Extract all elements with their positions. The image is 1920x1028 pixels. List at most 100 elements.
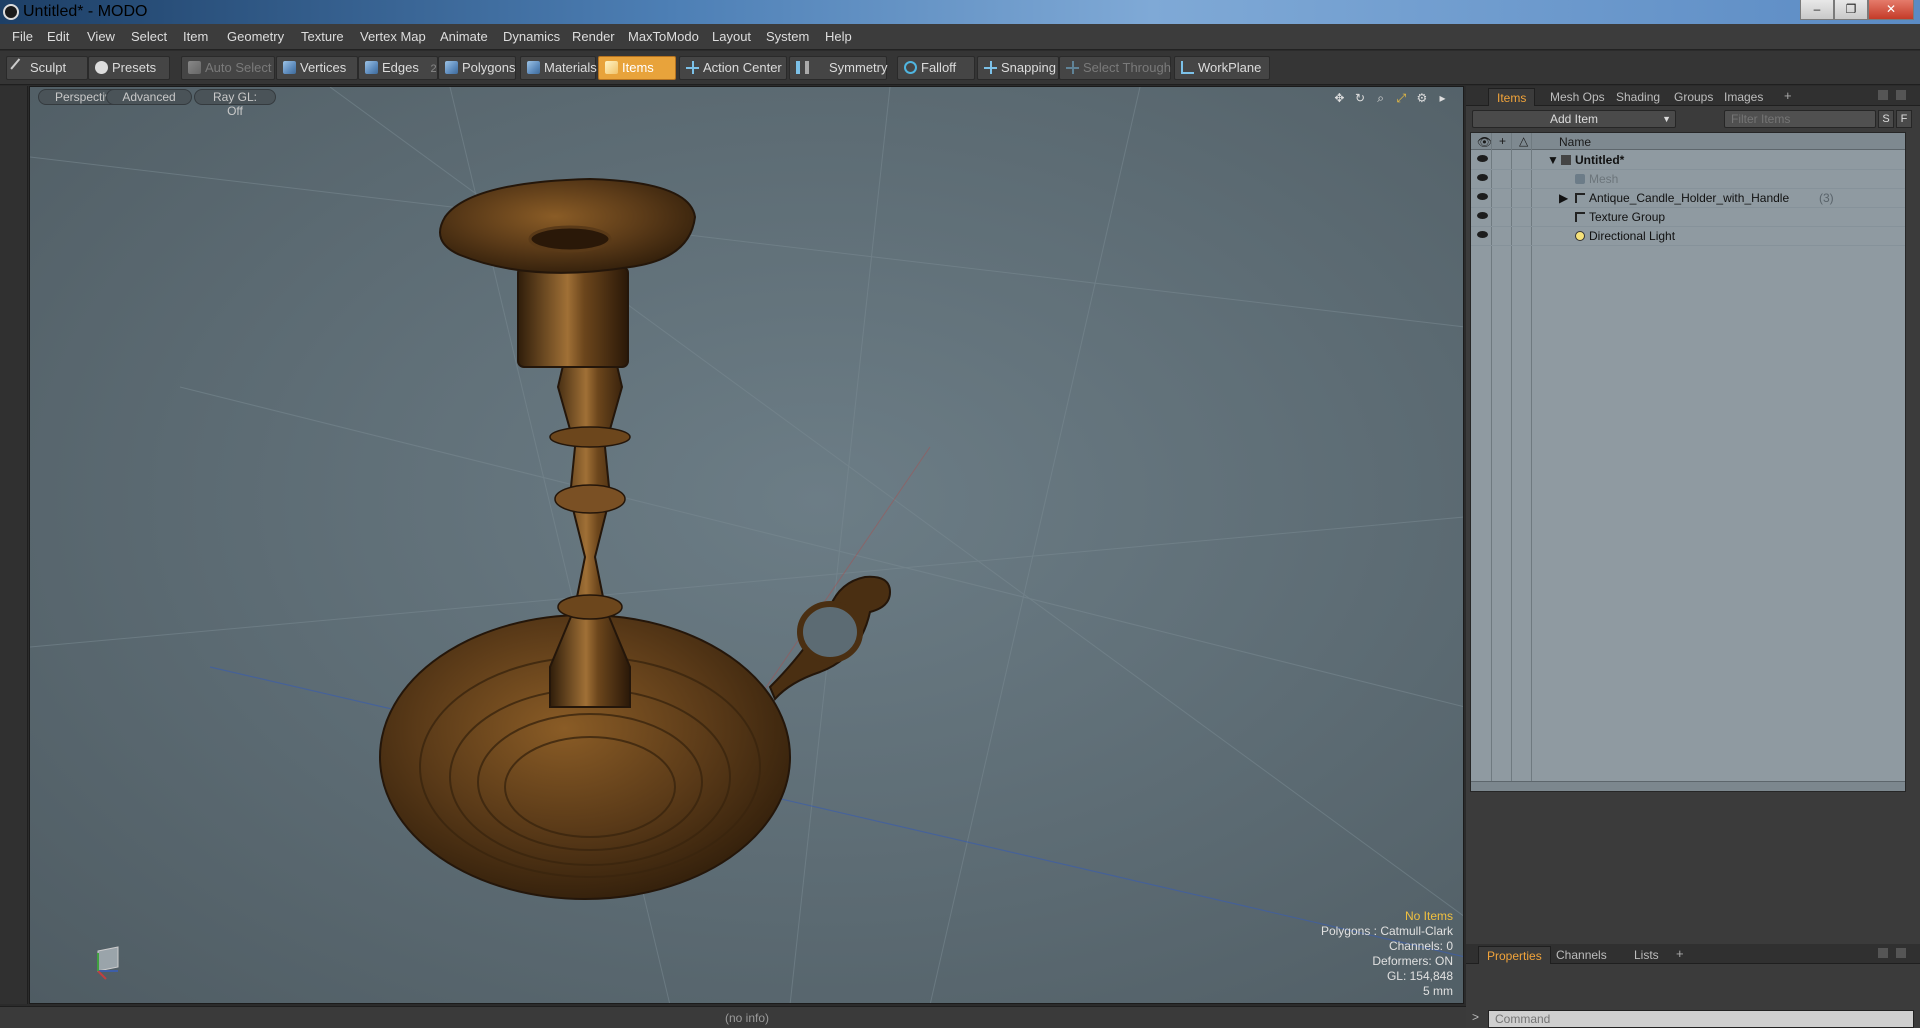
presets-button[interactable]: Presets	[88, 56, 170, 80]
menu-render[interactable]: Render	[572, 29, 615, 44]
visibility-icon[interactable]	[1477, 212, 1488, 219]
stats-polygons: Polygons : Catmull-Clark	[1320, 924, 1453, 938]
workplane-icon	[1181, 61, 1194, 74]
name-column-header[interactable]: Name	[1559, 135, 1591, 149]
sculpt-button[interactable]: Sculpt	[6, 56, 88, 80]
symmetry-button[interactable]: Symmetry	[789, 56, 888, 80]
viewport-settings-icon[interactable]: ⚙	[1415, 92, 1428, 105]
visibility-header-icon: 👁	[1477, 135, 1493, 149]
viewport-expand-icon[interactable]: ▸	[1436, 92, 1449, 105]
shading-mode-button[interactable]: Advanced	[106, 89, 192, 105]
menu-bar: File Edit View Select Item Geometry Text…	[0, 24, 1920, 50]
materials-icon	[527, 61, 540, 74]
tree-row-texture-group[interactable]: Texture Group	[1471, 208, 1905, 227]
filter-f-button[interactable]: F	[1896, 110, 1912, 128]
tab-channels[interactable]: Channels	[1548, 946, 1615, 964]
panel-menu-icon[interactable]	[1896, 948, 1906, 958]
fit-icon[interactable]: ⤢	[1395, 92, 1408, 105]
add-tab-icon[interactable]: +	[1676, 946, 1684, 961]
materials-button[interactable]: Materials	[520, 56, 597, 80]
tree-item-count: (3)	[1819, 191, 1834, 205]
menu-help[interactable]: Help	[825, 29, 852, 44]
menu-geometry[interactable]: Geometry	[227, 29, 284, 44]
expand-arrow-icon[interactable]: ▶	[1559, 191, 1568, 205]
menu-view[interactable]: View	[87, 29, 115, 44]
auto-select-icon	[188, 61, 201, 74]
vertices-button[interactable]: Vertices	[276, 56, 358, 80]
filter-items-input[interactable]	[1724, 110, 1876, 128]
menu-vertex-map[interactable]: Vertex Map	[360, 29, 426, 44]
tree-header: 👁 + △ Name	[1471, 133, 1905, 150]
tab-lists[interactable]: Lists	[1626, 946, 1667, 964]
tab-shading[interactable]: Shading	[1608, 88, 1668, 106]
tree-row-directional-light[interactable]: Directional Light	[1471, 227, 1905, 246]
tab-items[interactable]: Items	[1488, 88, 1536, 106]
visibility-icon[interactable]	[1477, 174, 1488, 181]
light-icon	[1575, 231, 1585, 241]
command-prompt: >	[1472, 1010, 1480, 1024]
visibility-icon[interactable]	[1477, 193, 1488, 200]
menu-file[interactable]: File	[12, 29, 33, 44]
menu-texture[interactable]: Texture	[301, 29, 344, 44]
item-list-tree[interactable]: 👁 + △ Name ▼ Untitled* Mesh ▶ Antique_Ca…	[1470, 132, 1906, 792]
menu-animate[interactable]: Animate	[440, 29, 488, 44]
auto-select-button[interactable]: Auto Select	[181, 56, 275, 80]
mesh-icon	[1575, 174, 1585, 184]
snapping-button[interactable]: Snapping	[977, 56, 1059, 80]
tree-row-mesh[interactable]: Mesh	[1471, 170, 1905, 189]
pan-icon[interactable]: ✥	[1333, 92, 1346, 105]
action-center-button[interactable]: Action Center	[679, 56, 787, 80]
add-tab-icon[interactable]: +	[1784, 88, 1792, 103]
tree-item-label: Texture Group	[1589, 210, 1666, 224]
maximize-button[interactable]: ❐	[1834, 0, 1868, 20]
tab-mesh-ops[interactable]: Mesh Ops	[1542, 88, 1613, 106]
chevron-down-icon: ▼	[1662, 114, 1671, 124]
expand-arrow-icon[interactable]: ▼	[1547, 153, 1559, 167]
rotate-icon[interactable]: ↻	[1354, 92, 1367, 105]
command-input[interactable]	[1488, 1010, 1914, 1028]
menu-select[interactable]: Select	[131, 29, 167, 44]
polygons-button[interactable]: Polygons	[438, 56, 516, 80]
workplane-button[interactable]: WorkPlane	[1174, 56, 1270, 80]
visibility-icon[interactable]	[1477, 155, 1488, 162]
items-button[interactable]: Items	[598, 56, 676, 80]
zoom-icon[interactable]: ⌕	[1374, 92, 1387, 105]
minimize-button[interactable]: –	[1800, 0, 1834, 20]
modo-logo-icon	[3, 4, 19, 20]
tab-groups[interactable]: Groups	[1666, 88, 1721, 106]
menu-edit[interactable]: Edit	[47, 29, 69, 44]
panel-expand-icon[interactable]	[1878, 948, 1888, 958]
menu-item[interactable]: Item	[183, 29, 208, 44]
tree-item-label: Untitled*	[1575, 153, 1625, 167]
visibility-icon[interactable]	[1477, 231, 1488, 238]
tab-images[interactable]: Images	[1716, 88, 1771, 106]
items-tab-bar: Items Mesh Ops Shading Groups Images +	[1466, 86, 1920, 106]
menu-system[interactable]: System	[766, 29, 809, 44]
tree-row-candle-holder[interactable]: ▶ Antique_Candle_Holder_with_Handle (3)	[1471, 189, 1905, 208]
filter-s-button[interactable]: S	[1878, 110, 1894, 128]
menu-layout[interactable]: Layout	[712, 29, 751, 44]
polygons-icon	[445, 61, 458, 74]
raygl-toggle[interactable]: Ray GL: Off	[194, 89, 276, 118]
left-tool-gutter[interactable]	[0, 86, 28, 1004]
select-through-button[interactable]: Select Through	[1059, 56, 1171, 80]
tree-item-label: Directional Light	[1589, 229, 1676, 243]
menu-maxtomodo[interactable]: MaxToModo	[628, 29, 699, 44]
action-center-icon	[686, 61, 699, 74]
menu-dynamics[interactable]: Dynamics	[503, 29, 560, 44]
status-info: (no info)	[725, 1011, 770, 1025]
tab-properties[interactable]: Properties	[1478, 946, 1551, 964]
window-title: Untitled* - MODO	[23, 3, 148, 20]
tree-horizontal-scrollbar[interactable]	[1471, 781, 1905, 791]
close-button[interactable]: ✕	[1868, 0, 1914, 20]
stats-gl: GL: 154,848	[1386, 969, 1453, 983]
panel-menu-icon[interactable]	[1896, 90, 1906, 100]
falloff-button[interactable]: Falloff	[897, 56, 975, 80]
edges-button[interactable]: Edges 2	[358, 56, 438, 80]
add-item-dropdown[interactable]: Add Item ▼	[1472, 110, 1676, 128]
tree-row-untitled[interactable]: ▼ Untitled*	[1471, 151, 1905, 170]
properties-tab-bar: Properties Channels Lists +	[1466, 944, 1920, 964]
viewport-stats: No Items Polygons : Catmull-Clark Channe…	[1321, 909, 1453, 999]
panel-expand-icon[interactable]	[1878, 90, 1888, 100]
3d-viewport[interactable]: Perspective Advanced Ray GL: Off ✥ ↻ ⌕ ⤢…	[29, 86, 1464, 1004]
